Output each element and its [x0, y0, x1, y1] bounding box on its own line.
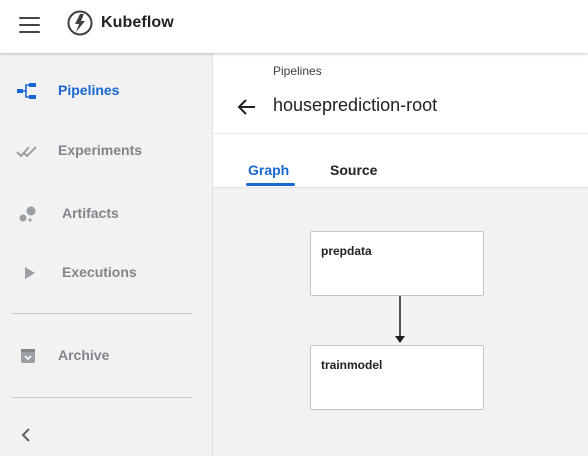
app-brand: Kubeflow — [101, 14, 174, 31]
sidebar-item-experiments[interactable]: Experiments — [0, 131, 212, 171]
graph-edge — [395, 296, 405, 343]
page-title: houseprediction-root — [273, 95, 438, 115]
menu-icon-line — [19, 24, 40, 27]
graph-node-trainmodel[interactable]: trainmodel — [310, 345, 484, 410]
active-tab-indicator — [246, 183, 295, 186]
executions-icon — [25, 267, 35, 279]
top-app-bar: Kubeflow — [0, 0, 588, 53]
main-content: Pipelines houseprediction-root Graph Sou… — [213, 53, 588, 456]
header-divider — [213, 133, 588, 134]
artifacts-icon — [19, 206, 36, 222]
experiments-icon — [16, 146, 37, 158]
back-arrow-icon[interactable] — [235, 95, 259, 119]
kubeflow-logo-icon — [67, 10, 93, 36]
pipelines-icon — [17, 83, 36, 99]
sidebar-item-archive[interactable]: Archive — [0, 336, 212, 376]
node-label: trainmodel — [321, 358, 383, 372]
sidebar-item-executions[interactable]: Executions — [0, 253, 212, 293]
graph-node-prepdata[interactable]: prepdata — [310, 231, 484, 296]
graph-canvas[interactable]: prepdata trainmodel — [213, 187, 588, 456]
tab-source[interactable]: Source — [330, 162, 377, 178]
node-label: prepdata — [321, 244, 372, 258]
menu-button[interactable] — [18, 13, 42, 37]
menu-icon-line — [19, 17, 40, 20]
sidebar-item-pipelines[interactable]: Pipelines — [0, 71, 212, 111]
menu-icon-line — [19, 31, 40, 34]
collapse-sidebar-icon[interactable] — [16, 425, 36, 445]
sidebar-item-artifacts[interactable]: Artifacts — [0, 194, 212, 234]
sidebar-divider — [12, 313, 192, 314]
sidebar-item-label: Archive — [58, 347, 110, 363]
sidebar-item-label: Pipelines — [58, 82, 120, 98]
edge-arrowhead-icon — [395, 336, 405, 343]
sidebar-item-label: Artifacts — [62, 205, 119, 221]
tab-graph[interactable]: Graph — [248, 162, 289, 178]
breadcrumb[interactable]: Pipelines — [273, 64, 322, 78]
sidebar-item-label: Executions — [62, 264, 137, 280]
sidebar-item-label: Experiments — [58, 142, 143, 158]
sidebar: Pipelines Experiments Artifacts Executio… — [0, 53, 213, 456]
sidebar-divider — [12, 397, 192, 398]
archive-icon — [21, 349, 35, 363]
